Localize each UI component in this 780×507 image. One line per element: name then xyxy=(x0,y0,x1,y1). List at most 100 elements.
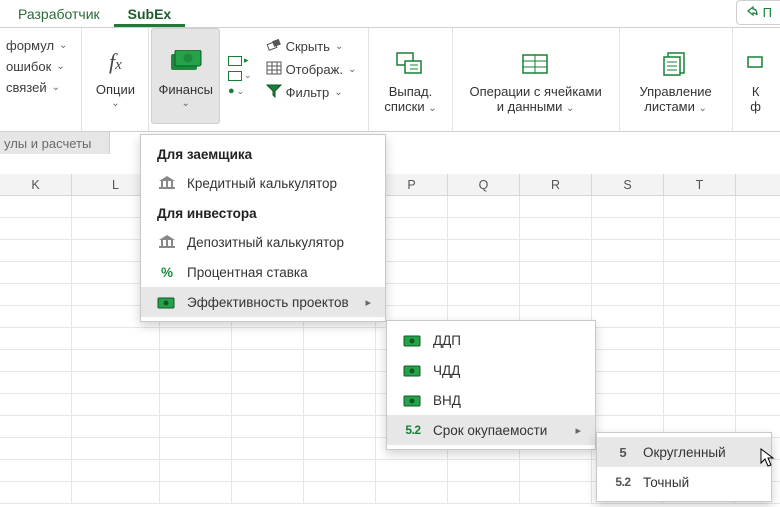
tab-developer[interactable]: Разработчик xyxy=(4,0,114,27)
grid-cell[interactable] xyxy=(376,240,448,261)
grid-cell[interactable] xyxy=(520,482,592,503)
grid-cell[interactable] xyxy=(0,394,72,415)
options-button[interactable]: fx Опции ⌄ xyxy=(86,28,144,124)
cut-button[interactable]: Кф xyxy=(741,32,767,128)
grid-cell[interactable] xyxy=(520,460,592,481)
audit-errors[interactable]: ошибок⌄ xyxy=(2,57,69,76)
droplists-button[interactable]: Выпад.списки ⌄ xyxy=(377,32,443,128)
grid-cell[interactable] xyxy=(160,328,232,349)
grid-cell[interactable] xyxy=(664,394,736,415)
grid-cell[interactable] xyxy=(592,306,664,327)
column-header[interactable]: R xyxy=(520,174,592,195)
grid-cell[interactable] xyxy=(232,482,304,503)
grid-cell[interactable] xyxy=(72,416,160,437)
mini-control-2[interactable]: ⌄ xyxy=(228,70,252,81)
grid-cell[interactable] xyxy=(376,460,448,481)
grid-cell[interactable] xyxy=(592,262,664,283)
grid-cell[interactable] xyxy=(448,196,520,217)
grid-cell[interactable] xyxy=(376,196,448,217)
grid-cell[interactable] xyxy=(160,438,232,459)
grid-cell[interactable] xyxy=(304,372,376,393)
grid-cell[interactable] xyxy=(592,196,664,217)
grid-cell[interactable] xyxy=(520,240,592,261)
grid-cell[interactable] xyxy=(0,284,72,305)
audit-formulas[interactable]: формул⌄ xyxy=(2,36,71,55)
column-header[interactable]: Q xyxy=(448,174,520,195)
menu-chdd[interactable]: ЧДД xyxy=(387,355,595,385)
grid-cell[interactable] xyxy=(376,284,448,305)
grid-cell[interactable] xyxy=(592,284,664,305)
grid-cell[interactable] xyxy=(448,262,520,283)
sheets-button[interactable]: Управлениелистами ⌄ xyxy=(628,32,724,128)
grid-cell[interactable] xyxy=(448,240,520,261)
hide-button[interactable]: Скрыть⌄ xyxy=(262,36,348,57)
grid-cell[interactable] xyxy=(664,196,736,217)
grid-cell[interactable] xyxy=(72,482,160,503)
mini-control-3[interactable]: ● ⌄ xyxy=(228,85,252,97)
grid-cell[interactable] xyxy=(232,328,304,349)
grid-cell[interactable] xyxy=(592,394,664,415)
grid-cell[interactable] xyxy=(304,482,376,503)
grid-cell[interactable] xyxy=(232,460,304,481)
grid-cell[interactable] xyxy=(520,262,592,283)
grid-cell[interactable] xyxy=(304,328,376,349)
grid-cell[interactable] xyxy=(304,350,376,371)
grid-cell[interactable] xyxy=(448,218,520,239)
menu-vnd[interactable]: ВНД xyxy=(387,385,595,415)
show-button[interactable]: Отображ.⌄ xyxy=(262,59,361,80)
grid-cell[interactable] xyxy=(0,240,72,261)
menu-rounded[interactable]: 5 Округленный xyxy=(597,437,771,467)
grid-cell[interactable] xyxy=(448,482,520,503)
grid-cell[interactable] xyxy=(376,262,448,283)
grid-cell[interactable] xyxy=(304,394,376,415)
menu-ddp[interactable]: ДДП xyxy=(387,325,595,355)
grid-cell[interactable] xyxy=(72,394,160,415)
grid-cell[interactable] xyxy=(232,416,304,437)
grid-cell[interactable] xyxy=(520,284,592,305)
menu-rate[interactable]: % Процентная ставка xyxy=(141,257,385,287)
grid-cell[interactable] xyxy=(664,306,736,327)
grid-cell[interactable] xyxy=(664,350,736,371)
grid-cell[interactable] xyxy=(592,328,664,349)
grid-cell[interactable] xyxy=(0,196,72,217)
menu-deposit-calc[interactable]: Депозитный калькулятор xyxy=(141,227,385,257)
grid-cell[interactable] xyxy=(232,372,304,393)
grid-cell[interactable] xyxy=(520,218,592,239)
grid-cell[interactable] xyxy=(160,394,232,415)
grid-cell[interactable] xyxy=(592,218,664,239)
grid-cell[interactable] xyxy=(0,460,72,481)
menu-efficiency[interactable]: Эффективность проектов ▸ xyxy=(141,287,385,317)
grid-cell[interactable] xyxy=(0,328,72,349)
grid-cell[interactable] xyxy=(592,240,664,261)
grid-cell[interactable] xyxy=(304,460,376,481)
grid-cell[interactable] xyxy=(0,218,72,239)
grid-cell[interactable] xyxy=(592,372,664,393)
grid-cell[interactable] xyxy=(664,262,736,283)
column-header[interactable]: K xyxy=(0,174,72,195)
grid-cell[interactable] xyxy=(0,262,72,283)
share-button[interactable]: П xyxy=(736,0,780,25)
grid-cell[interactable] xyxy=(0,438,72,459)
grid-cell[interactable] xyxy=(72,350,160,371)
finance-button[interactable]: Финансы ⌄ xyxy=(151,28,220,124)
cellops-button[interactable]: Операции с ячейкамии данными ⌄ xyxy=(461,32,611,128)
grid-cell[interactable] xyxy=(664,284,736,305)
grid-cell[interactable] xyxy=(448,284,520,305)
grid-cell[interactable] xyxy=(0,416,72,437)
menu-exact[interactable]: 5.2 Точный xyxy=(597,467,771,497)
grid-cell[interactable] xyxy=(0,482,72,503)
grid-cell[interactable] xyxy=(592,350,664,371)
grid-cell[interactable] xyxy=(232,438,304,459)
grid-cell[interactable] xyxy=(72,438,160,459)
grid-cell[interactable] xyxy=(664,218,736,239)
grid-cell[interactable] xyxy=(160,372,232,393)
grid-cell[interactable] xyxy=(376,218,448,239)
audit-links[interactable]: связей⌄ xyxy=(2,78,64,97)
grid-cell[interactable] xyxy=(160,482,232,503)
filter-button[interactable]: Фильтр⌄ xyxy=(262,82,347,103)
tab-subex[interactable]: SubEx xyxy=(114,0,186,27)
grid-cell[interactable] xyxy=(448,460,520,481)
grid-cell[interactable] xyxy=(664,372,736,393)
mini-control-1[interactable]: ▸ xyxy=(228,55,252,66)
grid-cell[interactable] xyxy=(160,416,232,437)
